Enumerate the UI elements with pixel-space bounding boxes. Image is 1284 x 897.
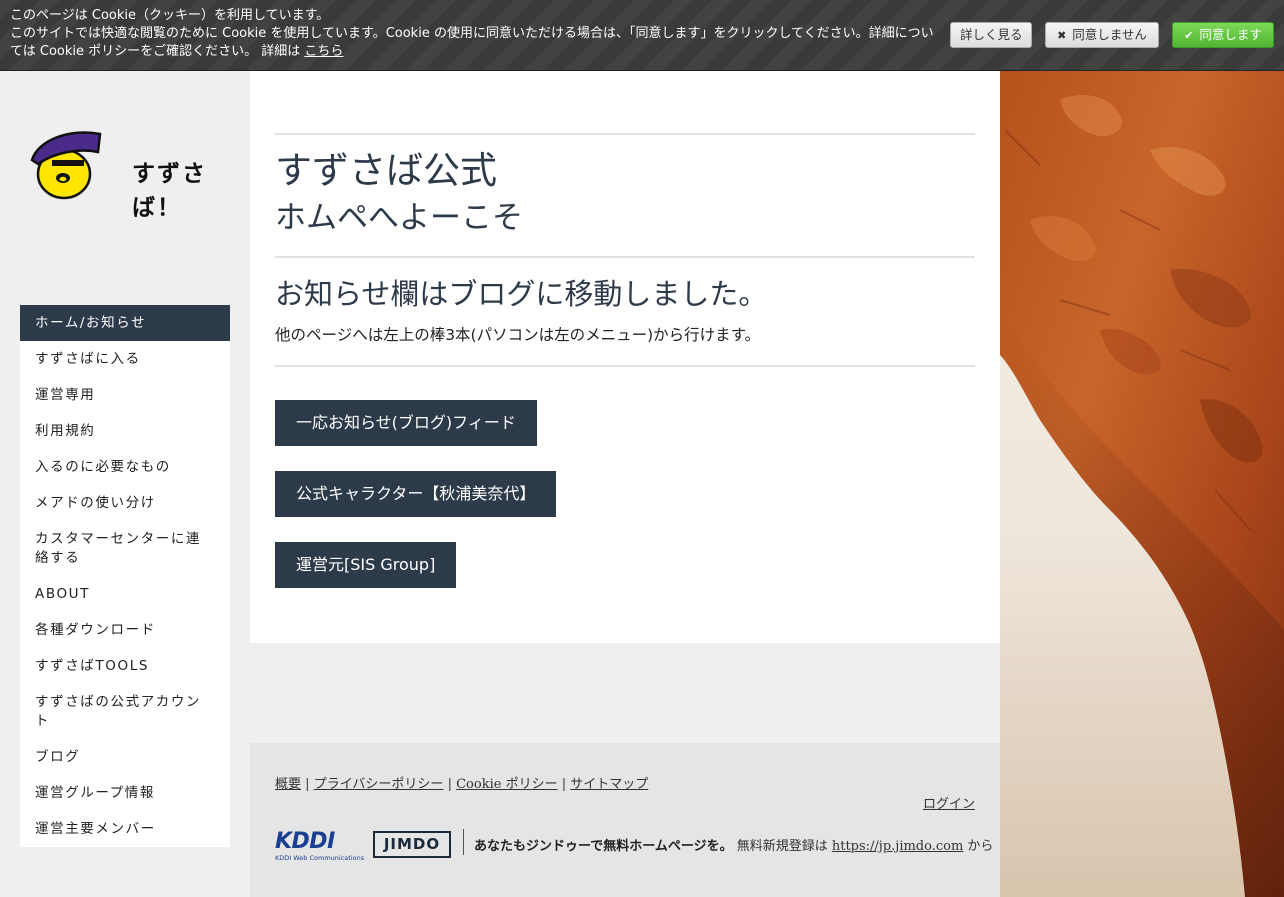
sidebar-item-8[interactable]: 各種ダウンロード [20, 612, 230, 648]
promo-text: 無料新規登録は [732, 839, 832, 854]
page-subtitle: ホムペへよーこそ [275, 200, 523, 236]
check-icon: ✔ [1184, 29, 1194, 42]
sidebar-item-2[interactable]: 運営専用 [20, 377, 230, 413]
kddi-logo-text: KDDI [275, 829, 335, 854]
jimdo-signup-link[interactable]: https://jp.jimdo.com [832, 839, 963, 854]
footer-separator: | [447, 777, 452, 792]
footer-separator: | [561, 777, 567, 792]
blog-feed-button[interactable]: 一応お知らせ(ブログ)フィード [275, 400, 537, 446]
cookie-accept-button[interactable]: ✔ 同意します [1172, 22, 1274, 48]
operator-button[interactable]: 運営元[SIS Group] [275, 542, 457, 588]
jimdo-logo[interactable]: JIMDO [373, 831, 451, 858]
divider [275, 133, 975, 135]
footer-link-sitemap[interactable]: サイトマップ [570, 777, 648, 792]
cookie-more-button[interactable]: 詳しく見る [950, 22, 1032, 48]
kddi-logo[interactable]: KDDI KDDI Web Communications [275, 829, 365, 863]
sidebar-item-6[interactable]: カスタマーセンターに連絡する [20, 521, 230, 576]
sidebar-item-12[interactable]: 運営グループ情報 [20, 775, 230, 811]
page-title: すずさば公式 [275, 149, 497, 192]
divider [275, 256, 975, 258]
cookie-title: このページは Cookie（クッキー）を利用しています。 [10, 8, 330, 23]
sidebar-item-13[interactable]: 運営主要メンバー [20, 811, 230, 847]
footer-links: 概要 | プライバシーポリシー | Cookie ポリシー | サイトマップ [275, 773, 648, 792]
cookie-description: このサイトでは快適な閲覧のために Cookie を使用しています。Cookie … [10, 25, 935, 61]
promo-suffix: から [963, 839, 994, 854]
sidebar-item-1[interactable]: すずさばに入る [20, 341, 230, 377]
login-link[interactable]: ログイン [923, 793, 975, 812]
sidebar-item-9[interactable]: すずさばTOOLS [20, 648, 230, 684]
mascot-icon [30, 131, 102, 200]
promo-bold: あなたもジンドゥーで無料ホームページを。 [474, 839, 733, 854]
cookie-bar: このページは Cookie（クッキー）を利用しています。 このサイトでは快適な閲… [0, 0, 1284, 71]
main-content: すずさば公式 ホムペへよーこそ お知らせ欄はブログに移動しました。 他のページへ… [250, 70, 1000, 643]
cookie-deny-label: 同意しません [1072, 27, 1147, 42]
site-logo[interactable]: すずさば！ [30, 130, 220, 221]
main-navigation: ホーム/お知らせ すずさばに入る 運営専用 利用規約 入るのに必要なもの メアドの使い分け… [20, 305, 230, 847]
cookie-deny-button[interactable]: ✖ 同意しません [1045, 22, 1159, 48]
cookie-more-label: 詳しく見る [960, 27, 1023, 42]
sidebar-item-3[interactable]: 利用規約 [20, 413, 230, 449]
x-icon: ✖ [1057, 29, 1067, 42]
kddi-logo-subtext: KDDI Web Communications [275, 854, 365, 862]
sidebar-item-10[interactable]: すずさばの公式アカウント [20, 684, 230, 739]
footer-vertical-divider [463, 829, 464, 855]
footer-link-cookie-policy[interactable]: Cookie ポリシー [456, 777, 557, 792]
cookie-details-link[interactable]: こちら [304, 44, 343, 59]
notice-heading: お知らせ欄はブログに移動しました。 [275, 277, 768, 311]
footer-link-privacy[interactable]: プライバシーポリシー [314, 777, 444, 792]
footer-separator: | [305, 777, 310, 792]
divider [275, 365, 975, 367]
footer: 概要 | プライバシーポリシー | Cookie ポリシー | サイトマップ ロ… [250, 743, 1000, 897]
sidebar-item-11[interactable]: ブログ [20, 739, 230, 775]
sidebar-item-4[interactable]: 入るのに必要なもの [20, 449, 230, 485]
cookie-message: このページは Cookie（クッキー）を利用しています。 このサイトでは快適な閲… [10, 7, 935, 61]
notice-text: 他のページへは左上の棒3本(パソコンは左のメニュー)から行けます。 [275, 326, 761, 344]
sidebar-item-0[interactable]: ホーム/お知らせ [20, 305, 230, 341]
cookie-description-text: このサイトでは快適な閲覧のために Cookie を使用しています。Cookie … [10, 26, 934, 59]
sidebar-item-7[interactable]: ABOUT [20, 576, 230, 612]
sidebar-item-5[interactable]: メアドの使い分け [20, 485, 230, 521]
official-character-button[interactable]: 公式キャラクター【秋浦美奈代】 [275, 471, 557, 517]
background-photo [1000, 70, 1284, 897]
footer-link-about[interactable]: 概要 [275, 777, 301, 792]
sidebar: すずさば！ ホーム/お知らせ すずさばに入る 運営専用 利用規約 入るのに必要なもの メア… [0, 70, 250, 897]
cookie-accept-label: 同意します [1199, 27, 1262, 42]
jimdo-promo: あなたもジンドゥーで無料ホームページを。 無料新規登録は https://jp.… [474, 835, 993, 854]
rock-illustration [1000, 70, 1284, 897]
logo-text: すずさば！ [132, 161, 207, 221]
